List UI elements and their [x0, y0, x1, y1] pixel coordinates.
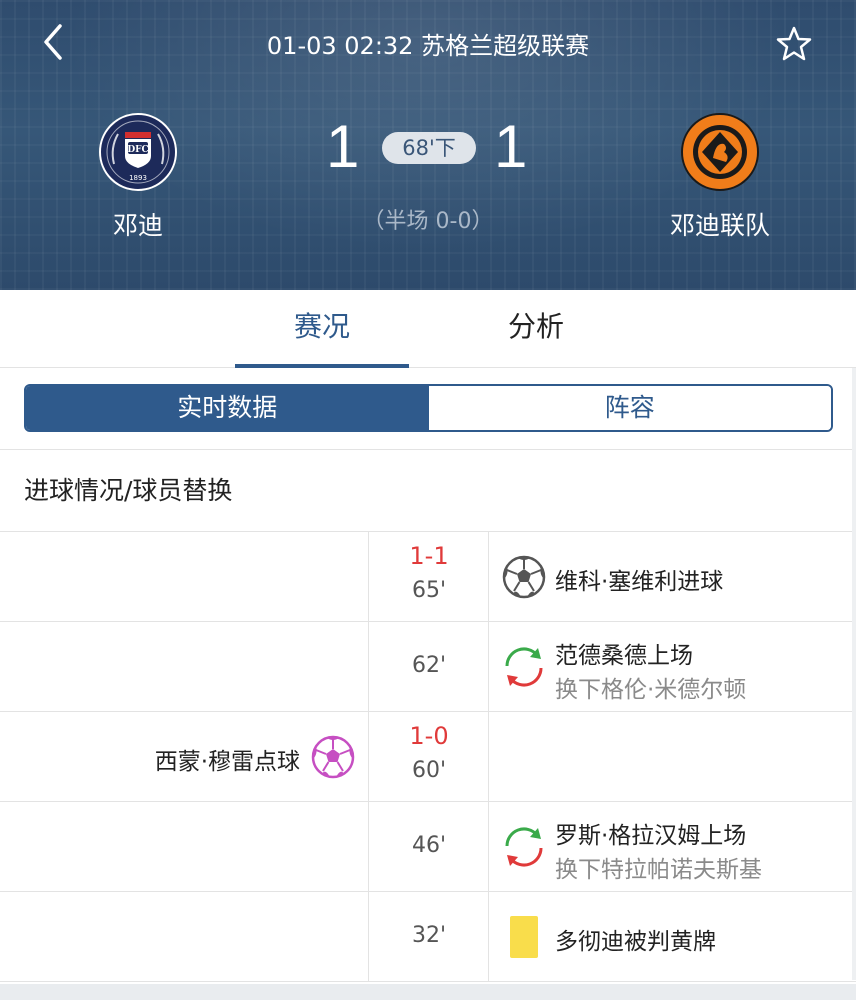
event-minute: 60': [411, 758, 447, 783]
penalty-ball-icon: [311, 735, 355, 779]
segmented-control: 实时数据 阵容: [24, 384, 833, 432]
event-description: 西蒙·穆雷点球: [154, 749, 300, 775]
match-title: 01-03 02:32 苏格兰超级联赛: [266, 32, 590, 60]
home-event-cell: [0, 892, 369, 982]
tab-match[interactable]: 赛况: [235, 290, 409, 368]
away-team[interactable]: 邓迪联队: [640, 112, 800, 242]
event-description: 多彻迪被判黄牌: [555, 929, 716, 955]
player-in-text: 罗斯·格拉汉姆上场: [555, 823, 747, 849]
away-event-cell: 范德桑德上场 换下格伦·米德尔顿: [489, 622, 856, 712]
away-event-cell: 多彻迪被判黄牌: [489, 892, 856, 982]
match-minute-badge: 68'下: [382, 132, 476, 164]
event-minute: 65': [411, 578, 447, 603]
svg-text:DFC: DFC: [127, 145, 148, 155]
dundee-crest-icon: DFC 1893: [99, 113, 177, 191]
dundee-united-crest-icon: [681, 113, 759, 191]
star-icon: [776, 26, 812, 61]
soccer-ball-icon: [502, 555, 546, 599]
event-time-cell: 32': [369, 892, 489, 982]
away-event-cell: 维科·塞维利进球: [489, 532, 856, 622]
event-description: 维科·塞维利进球: [555, 569, 724, 595]
yellow-card-icon: [510, 916, 538, 958]
tab-analysis[interactable]: 分析: [449, 290, 623, 368]
away-event-cell: [489, 712, 856, 802]
away-score: 1: [494, 113, 528, 180]
home-event-cell: [0, 802, 369, 892]
event-time-cell: 62': [369, 622, 489, 712]
event-row: 西蒙·穆雷点球 1-0 60': [0, 712, 856, 802]
player-out-text: 换下特拉帕诺夫斯基: [555, 857, 762, 883]
event-minute: 46': [411, 833, 447, 858]
home-event-cell: 西蒙·穆雷点球: [0, 712, 369, 802]
player-out-text: 换下格伦·米德尔顿: [555, 677, 747, 703]
segment-container: 实时数据 阵容: [0, 368, 856, 450]
list-footer: [0, 984, 856, 1000]
away-team-name: 邓迪联队: [669, 211, 770, 240]
substitution-icon: [505, 827, 543, 867]
event-list: 1-1 65' 维科·塞维利进球 62' 范德桑德上场 换下格伦·米德尔顿 西蒙…: [0, 532, 856, 982]
home-event-cell: [0, 622, 369, 712]
away-event-cell: 罗斯·格拉汉姆上场 换下特拉帕诺夫斯基: [489, 802, 856, 892]
event-row: 32' 多彻迪被判黄牌: [0, 892, 856, 982]
event-time-cell: 46': [369, 802, 489, 892]
tab-match-label: 赛况: [293, 310, 350, 343]
event-time-cell: 1-0 60': [369, 712, 489, 802]
segment-lineup[interactable]: 阵容: [428, 386, 831, 430]
event-row: 46' 罗斯·格拉汉姆上场 换下特拉帕诺夫斯基: [0, 802, 856, 892]
event-time-cell: 1-1 65': [369, 532, 489, 622]
section-title: 进球情况/球员替换: [0, 450, 856, 532]
home-event-cell: [0, 532, 369, 622]
event-row: 1-1 65' 维科·塞维利进球: [0, 532, 856, 622]
scrollbar-track: [852, 368, 856, 980]
substitution-icon: [505, 647, 543, 687]
event-score: 1-0: [409, 722, 449, 750]
player-in-text: 范德桑德上场: [555, 643, 693, 669]
svg-text:1893: 1893: [129, 174, 147, 182]
tab-analysis-label: 分析: [507, 310, 564, 343]
home-score: 1: [326, 113, 360, 180]
favorite-button[interactable]: [774, 24, 814, 64]
event-row: 62' 范德桑德上场 换下格伦·米德尔顿: [0, 622, 856, 712]
event-minute: 32': [411, 923, 447, 948]
match-header: 01-03 02:32 苏格兰超级联赛 DFC 1893 邓迪 1 68'下 1…: [0, 0, 856, 290]
event-minute: 62': [411, 653, 447, 678]
segment-live-data[interactable]: 实时数据: [26, 386, 429, 430]
main-tab-bar: 赛况 分析: [0, 290, 856, 368]
event-score: 1-1: [409, 542, 449, 570]
